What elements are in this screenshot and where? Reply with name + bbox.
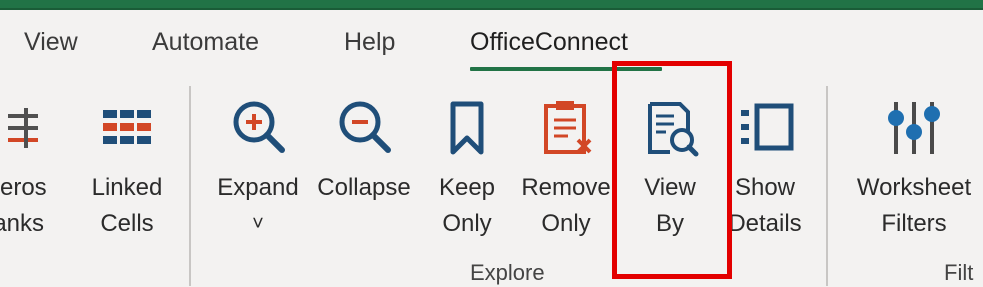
keep-only-label-2: Only [442, 210, 492, 237]
linked-cells-label-2: Cells [100, 210, 154, 237]
title-bar [0, 0, 983, 8]
keep-only-label-1: Keep [438, 174, 496, 201]
tab-help[interactable]: Help [344, 28, 395, 57]
tab-view[interactable]: View [24, 28, 78, 57]
expand-label: Expand [217, 174, 299, 201]
expand-button[interactable]: Expand ˅ [212, 88, 304, 268]
clipboard-remove-icon [534, 96, 598, 160]
tab-officeconnect[interactable]: OfficeConnect [470, 28, 628, 57]
keep-only-button[interactable]: Keep Only [430, 88, 504, 268]
sliders-icon [882, 96, 946, 160]
zeros-blanks-label-1: Zeros [0, 174, 47, 201]
expand-dropdown-chevron-icon[interactable]: ˅ [212, 206, 304, 242]
collapse-button[interactable]: Collapse [310, 88, 418, 268]
group-label-filters: Filt [944, 260, 974, 285]
linked-cells-label-1: Linked [91, 174, 163, 201]
worksheet-filters-button[interactable]: Worksheet Filters [848, 88, 980, 268]
zeros-blanks-icon [0, 96, 38, 160]
group-separator [189, 86, 191, 286]
show-details-label-2: Details [728, 210, 802, 237]
title-bar-edge [0, 8, 983, 10]
remove-only-button[interactable]: Remove Only [516, 88, 616, 268]
tab-automate[interactable]: Automate [152, 28, 259, 57]
bookmark-icon [435, 96, 499, 160]
worksheet-filters-label-2: Filters [881, 210, 947, 237]
worksheet-filters-label-1: Worksheet [856, 174, 972, 201]
collapse-label: Collapse [317, 174, 411, 201]
linked-cells-icon [95, 96, 159, 160]
zeros-blanks-button[interactable]: Zeros lanks [0, 88, 52, 268]
show-details-button[interactable]: Show Details [724, 88, 806, 268]
highlight-box [612, 61, 732, 279]
group-label-explore: Explore [470, 260, 545, 285]
details-panel-icon [733, 96, 797, 160]
group-separator [826, 86, 828, 286]
linked-cells-button[interactable]: Linked Cells [84, 88, 170, 268]
show-details-label-1: Show [734, 174, 796, 201]
zeros-blanks-label-2: lanks [0, 210, 45, 237]
remove-only-label-2: Only [541, 210, 591, 237]
zoom-out-icon [332, 96, 396, 160]
remove-only-label-1: Remove [521, 174, 611, 201]
zoom-in-icon [226, 96, 290, 160]
